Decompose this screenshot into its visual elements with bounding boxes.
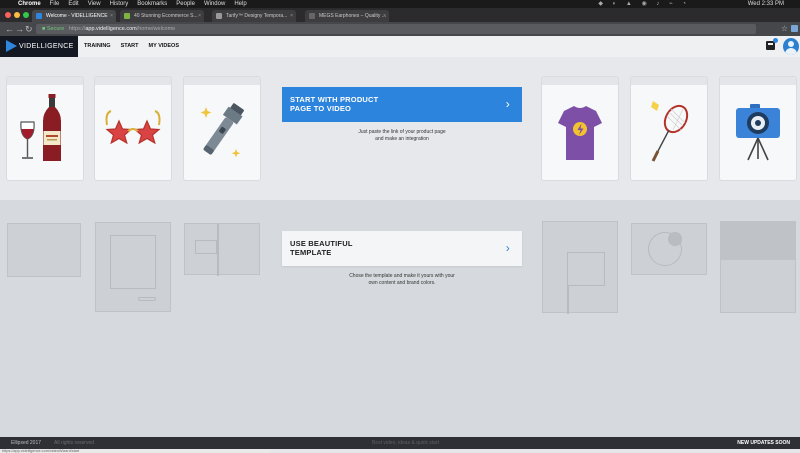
cta-product-line1: START WITH PRODUCT [290,95,379,104]
nav-my-videos[interactable]: MY VIDEOS [149,36,179,57]
tab-close-icon[interactable]: × [110,10,113,22]
template-thumbnail [542,221,618,314]
badminton-racket-icon [651,101,689,162]
window-controls [5,12,29,18]
url-path: /home/welcome [136,26,176,32]
menu-help[interactable]: Help [234,0,246,8]
brand-name: VIDELLIGENCE [19,43,74,50]
tab-title: Tarify™ Designy Tempora... [226,13,288,19]
nav-start[interactable]: START [121,36,139,57]
footer-tagline: Best video, ideas & quick start [372,440,439,446]
secure-label: Secure [46,26,65,32]
tab-close-icon[interactable]: × [383,10,386,22]
tab-close-icon[interactable]: × [198,10,201,22]
footer-copyright: Ellipsed 2017 [11,440,42,446]
menu-file[interactable]: File [50,0,60,8]
cta-template-line2: TEMPLATE [290,248,332,257]
menu-bookmarks[interactable]: Bookmarks [137,0,167,8]
template-thumbnail [95,222,171,312]
macos-menubar: Chrome File Edit View History Bookmarks … [0,0,800,8]
forward-arrow-icon[interactable]: → [15,23,24,35]
cta-template-sub1: Chose the template and make it yours wit… [349,273,455,279]
tab-close-icon[interactable]: × [290,10,293,22]
menubar-clock[interactable]: Wed 2:33 PM [748,0,784,8]
cta-product-sub2: and make an integration [375,136,429,142]
browser-tab[interactable]: Welcome - VIDELLIGENCE × [32,10,116,22]
tab-title: Welcome - VIDELLIGENCE [46,13,108,19]
bookmark-star-icon[interactable]: ☆ [781,23,788,35]
menu-app-name[interactable]: Chrome [18,0,41,8]
cta-product-line2: PAGE TO VIDEO [290,104,352,113]
menu-view[interactable]: View [88,0,101,8]
back-arrow-icon[interactable]: ← [5,23,14,35]
cta-template-line1: USE BEAUTIFUL [290,239,353,248]
browser-tab[interactable]: 40 Stunning Ecommerce S... × [120,10,204,22]
template-thumbnail [7,223,81,277]
app-footer: Ellipsed 2017 All rights reserved Best v… [0,437,800,449]
menu-edit[interactable]: Edit [68,0,78,8]
cta-product-sub1: Just paste the link of your product page [358,129,446,135]
camera-tripod-icon [736,104,780,161]
browser-tab[interactable]: MEGS Earphones – Quality ... × [305,10,389,22]
extension-icon[interactable] [791,25,798,32]
cta-template-sub2: own content and brand colors. [368,280,436,286]
app-header: VIDELLIGENCE TRAINING START MY VIDEOS [0,36,800,57]
lightning-tshirt-icon [558,106,602,160]
tab-favicon [36,13,42,19]
user-avatar[interactable] [783,38,799,55]
product-card-flashlight [184,77,260,180]
start-product-to-video-button[interactable]: START WITH PRODUCT PAGE TO VIDEO › [282,87,522,122]
menu-window[interactable]: Window [204,0,225,8]
use-beautiful-template-button[interactable]: USE BEAUTIFUL TEMPLATE › [282,231,522,266]
brand-logo[interactable]: VIDELLIGENCE [0,36,78,57]
tab-favicon [124,13,130,19]
tab-title: 40 Stunning Ecommerce S... [134,13,198,19]
template-thumbnail [184,223,260,276]
product-card-wine [7,77,83,180]
footer-updates: NEW UPDATES SOON [737,440,790,446]
browser-toolbar: ← → ↻ ■ Secure https://app.videlligence.… [0,22,800,36]
nav-training[interactable]: TRAINING [84,36,111,57]
status-tray-icons[interactable]: ◆ ◐ ▲ ◉ ♪ ⌁ ◔ [598,0,690,8]
close-window-button[interactable] [5,12,11,18]
menu-people[interactable]: People [176,0,195,8]
product-card-tshirt [542,77,618,180]
notification-badge [773,38,778,43]
cta-product-description: Just paste the link of your product page… [282,129,522,143]
minimize-window-button[interactable] [14,12,20,18]
footer-rights: All rights reserved [54,440,95,446]
flashlight-icon [200,103,244,158]
tab-favicon [309,13,315,19]
url-host: app.videlligence.com [85,26,137,32]
app-menus: Chrome File Edit View History Bookmarks … [18,0,247,8]
main-nav: TRAINING START MY VIDEOS [84,36,179,57]
menu-history[interactable]: History [110,0,129,8]
template-thumbnail [720,221,796,313]
logo-play-icon [6,40,17,52]
tab-favicon [216,13,222,19]
template-thumbnail [631,223,707,275]
url-scheme: https:// [68,26,86,32]
product-card-sunglasses [95,77,171,180]
address-bar[interactable]: ■ Secure https://app.videlligence.com/ho… [36,24,756,34]
tab-title: MEGS Earphones – Quality ... [319,13,386,19]
cta-template-description: Chose the template and make it yours wit… [282,273,522,287]
wine-icon [20,94,61,161]
star-sunglasses-icon [105,110,161,145]
browser-tab-strip: Welcome - VIDELLIGENCE × 40 Stunning Eco… [0,8,800,22]
browser-tab[interactable]: Tarify™ Designy Tempora... × [212,10,296,22]
browser-status-url: https://app.videlligence.com/videoWizard… [0,449,270,453]
product-card-racket [631,77,707,180]
zoom-window-button[interactable] [23,12,29,18]
chevron-right-icon: › [505,241,510,255]
reload-icon[interactable]: ↻ [25,23,33,35]
chevron-right-icon: › [505,97,510,111]
product-card-camera [720,77,796,180]
